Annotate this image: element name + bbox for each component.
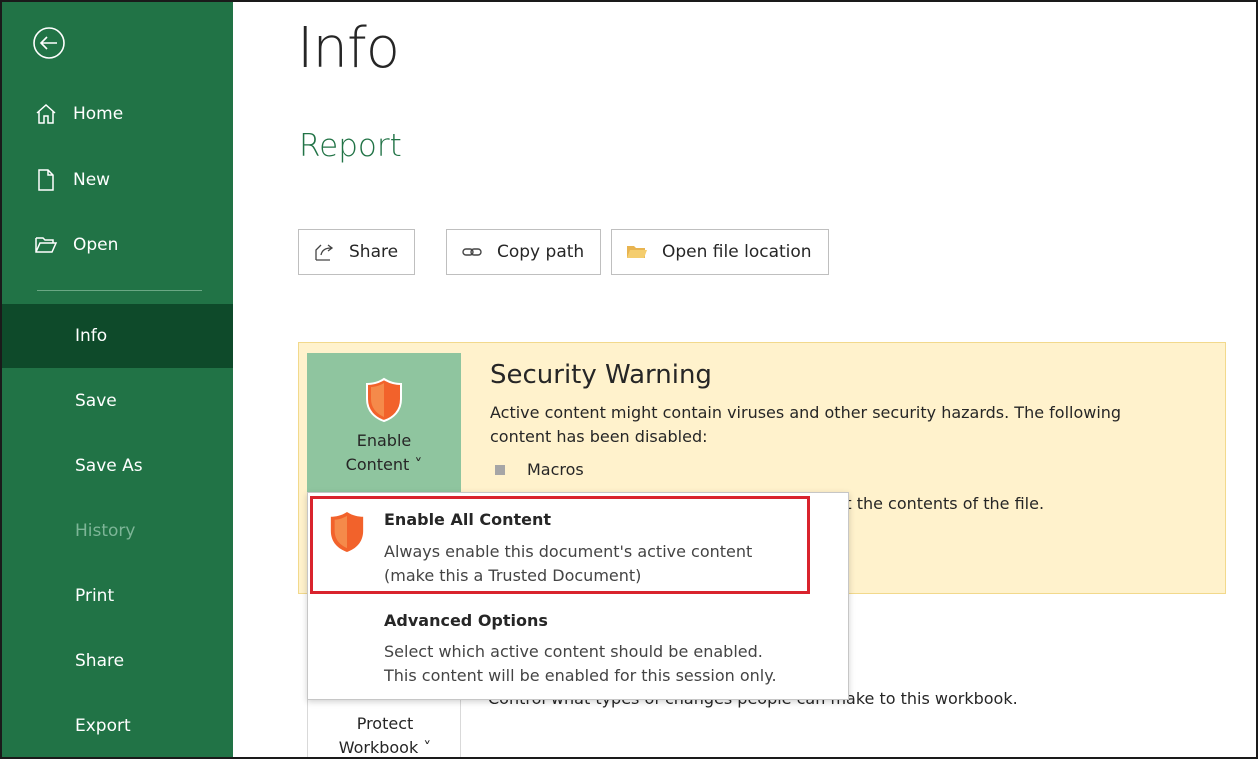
protect-workbook-label-2: Workbook ˅: [338, 738, 432, 757]
home-icon: [36, 103, 56, 124]
macros-label: Macros: [527, 460, 584, 479]
sidebar-item-label: History: [75, 521, 136, 541]
open-file-location-label: Open file location: [662, 242, 812, 262]
enable-content-label-1: Enable: [356, 431, 412, 450]
advanced-options-item[interactable]: Advanced Options Select which active con…: [308, 597, 848, 697]
bullet-icon: [495, 464, 505, 475]
sidebar-item-save[interactable]: Save: [2, 369, 233, 433]
share-icon: [315, 244, 334, 261]
macros-list-item: Macros: [495, 460, 584, 479]
sidebar-item-export[interactable]: Export: [2, 694, 233, 757]
document-title: Report: [299, 128, 402, 164]
new-document-icon: [38, 169, 54, 191]
sidebar-item-label: Open: [73, 235, 119, 255]
advanced-options-title: Advanced Options: [384, 611, 548, 630]
backstage-sidebar: Home New Open Info Save Save As History: [2, 2, 233, 757]
sidebar-item-label: Info: [75, 326, 108, 346]
sidebar-item-open[interactable]: Open: [2, 213, 233, 277]
folder-icon: [627, 246, 647, 258]
sidebar-item-label: Export: [75, 716, 131, 736]
sidebar-item-label: New: [73, 170, 111, 190]
security-warning-description: Active content might contain viruses and…: [490, 401, 1210, 449]
sidebar-item-new[interactable]: New: [2, 148, 233, 212]
link-icon: [462, 248, 482, 256]
copy-path-button[interactable]: Copy path: [446, 229, 602, 275]
copy-path-button-label: Copy path: [497, 242, 585, 262]
sidebar-item-label: Home: [73, 104, 124, 124]
sidebar-item-share[interactable]: Share: [2, 629, 233, 693]
sidebar-item-save-as[interactable]: Save As: [2, 434, 233, 498]
open-file-location-button[interactable]: Open file location: [611, 229, 829, 275]
enable-content-button[interactable]: Enable Content ˅: [307, 353, 461, 498]
security-warning-line-1: Active content might contain viruses and…: [490, 403, 1122, 422]
advanced-options-desc-1: Select which active content should be en…: [384, 642, 763, 661]
excel-backstage-window: Home New Open Info Save Save As History: [0, 0, 1258, 759]
shield-icon: [366, 377, 402, 423]
sidebar-item-label: Print: [75, 586, 115, 606]
sidebar-item-history[interactable]: History: [2, 499, 233, 563]
open-folder-icon: [35, 237, 58, 253]
share-button[interactable]: Share: [298, 229, 416, 275]
page-title: Info: [297, 16, 400, 81]
security-warning-line-2: content has been disabled:: [490, 427, 708, 446]
highlight-annotation-box: [310, 496, 810, 594]
enable-content-label-2: Content ˅: [345, 455, 423, 474]
security-warning-title: Security Warning: [490, 360, 712, 390]
sidebar-item-home[interactable]: Home: [2, 82, 233, 146]
sidebar-item-print[interactable]: Print: [2, 564, 233, 628]
sidebar-divider: [37, 290, 202, 291]
back-arrow-icon[interactable]: [32, 26, 66, 60]
trust-text-fragment: st the contents of the file.: [837, 494, 1045, 513]
sidebar-item-label: Save As: [75, 456, 143, 476]
protect-workbook-label-1: Protect: [356, 714, 414, 733]
share-button-label: Share: [349, 242, 399, 262]
sidebar-item-label: Share: [75, 651, 125, 671]
sidebar-item-info[interactable]: Info: [2, 304, 233, 368]
advanced-options-desc-2: This content will be enabled for this se…: [384, 666, 777, 685]
sidebar-item-label: Save: [75, 391, 117, 411]
